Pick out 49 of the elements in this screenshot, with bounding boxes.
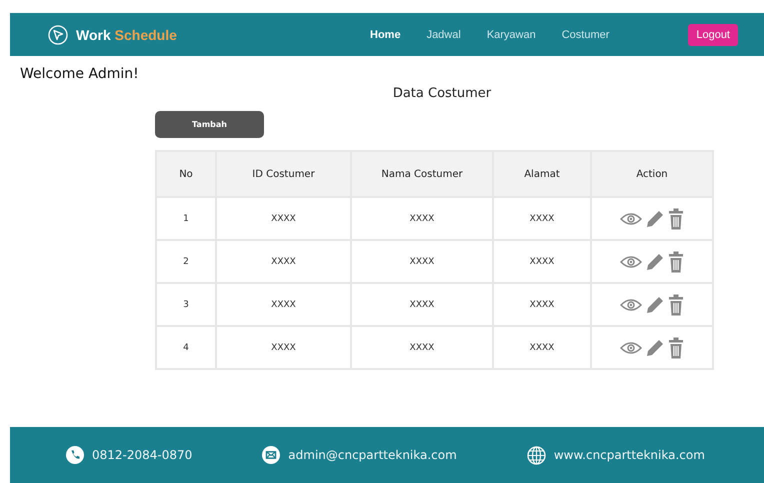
column-header: Nama Costumer [351, 151, 493, 197]
view-icon[interactable] [620, 212, 642, 226]
nav-link[interactable]: Karyawan [486, 28, 536, 40]
column-header: Alamat [493, 151, 591, 197]
view-icon[interactable] [620, 254, 642, 268]
logout-button[interactable]: Logout [688, 24, 738, 46]
table-cell: XXXX [216, 240, 351, 283]
phone-icon [66, 446, 84, 464]
table-cell: XXXX [351, 283, 493, 326]
trash-icon[interactable] [668, 336, 684, 358]
nav-link[interactable]: Jadwal [426, 28, 461, 40]
globe-icon [526, 446, 546, 464]
brand-name: Work Schedule [76, 26, 177, 42]
table-cell: 1 [156, 197, 216, 240]
table-cell: XXXX [351, 326, 493, 369]
view-icon[interactable] [620, 298, 642, 312]
column-header: No [156, 151, 216, 197]
table-cell: XXXX [216, 197, 351, 240]
send-icon [48, 24, 68, 44]
table-cell: XXXX [351, 197, 493, 240]
table-cell: XXXX [493, 240, 591, 283]
nav-link[interactable]: Home [370, 28, 401, 40]
table-cell: 2 [156, 240, 216, 283]
pencil-icon[interactable] [645, 252, 665, 272]
pencil-icon[interactable] [645, 294, 665, 314]
column-header: ID Costumer [216, 151, 351, 197]
table-cell: XXXX [351, 240, 493, 283]
add-button[interactable]: Tambah [155, 111, 264, 138]
nav-link[interactable]: Costumer [562, 28, 610, 40]
envelope-icon [262, 446, 280, 464]
table-cell: XXXX [216, 326, 351, 369]
table-cell: XXXX [493, 197, 591, 240]
contact-text: 0812-2084-0870 [92, 448, 192, 462]
table-cell: XXXX [493, 283, 591, 326]
trash-icon[interactable] [668, 250, 684, 272]
table-cell: 4 [156, 326, 216, 369]
table-cell: 3 [156, 283, 216, 326]
contact-text: www.cncpartteknika.com [554, 448, 705, 462]
contact-text: admin@cncpartteknika.com [288, 448, 457, 462]
pencil-icon[interactable] [645, 338, 665, 358]
page-title: Data Costumer [392, 86, 492, 101]
trash-icon[interactable] [668, 208, 684, 230]
view-icon[interactable] [620, 340, 642, 354]
table-cell: XXXX [216, 283, 351, 326]
pencil-icon[interactable] [645, 208, 665, 228]
column-header: Action [591, 151, 713, 197]
table-cell: XXXX [493, 326, 591, 369]
welcome-text: Welcome Admin! [20, 66, 140, 82]
trash-icon[interactable] [668, 294, 684, 316]
